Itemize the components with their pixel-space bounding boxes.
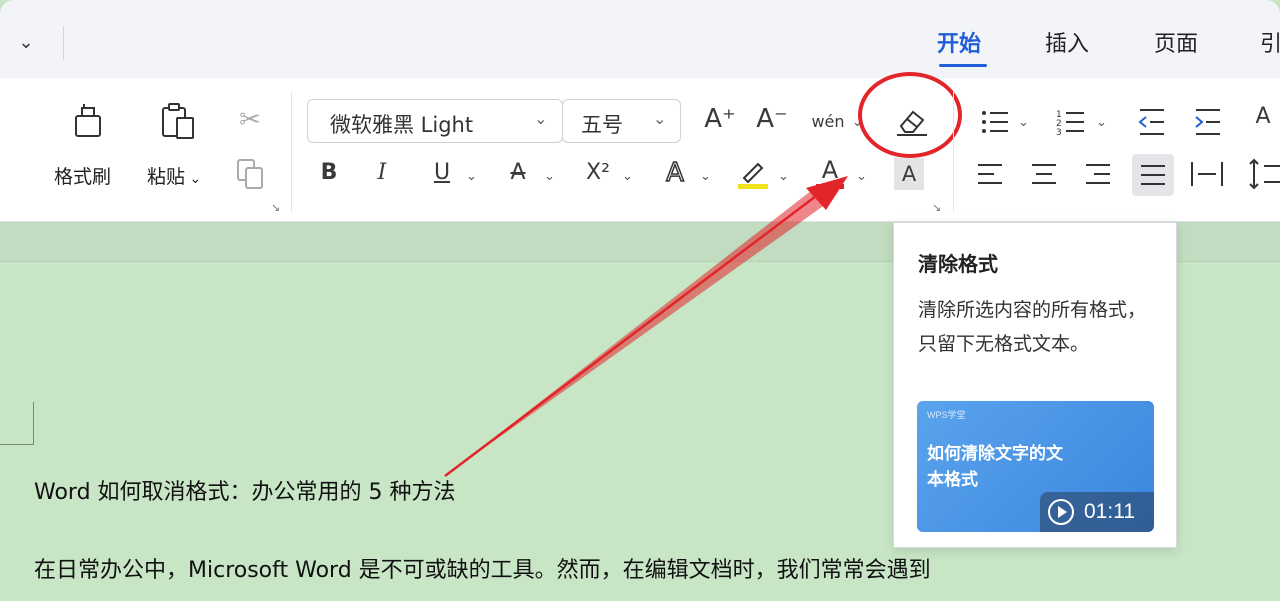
video-duration: 01:11	[1084, 500, 1135, 523]
clear-formatting-tooltip: 清除格式 清除所选内容的所有格式，只留下无格式文本。 WPS学堂 如何清除文字的…	[893, 222, 1177, 548]
video-title: 如何清除文字的文本格式	[927, 444, 1063, 490]
tooltip-title: 清除格式	[918, 252, 998, 276]
tutorial-video-thumbnail[interactable]: WPS学堂 如何清除文字的文本格式 01:11	[917, 401, 1154, 532]
video-duration-badge[interactable]: 01:11	[1040, 492, 1154, 532]
play-icon	[1048, 499, 1074, 525]
tooltip-description: 清除所选内容的所有格式，只留下无格式文本。	[918, 299, 1147, 355]
video-brand: WPS学堂	[927, 410, 966, 420]
